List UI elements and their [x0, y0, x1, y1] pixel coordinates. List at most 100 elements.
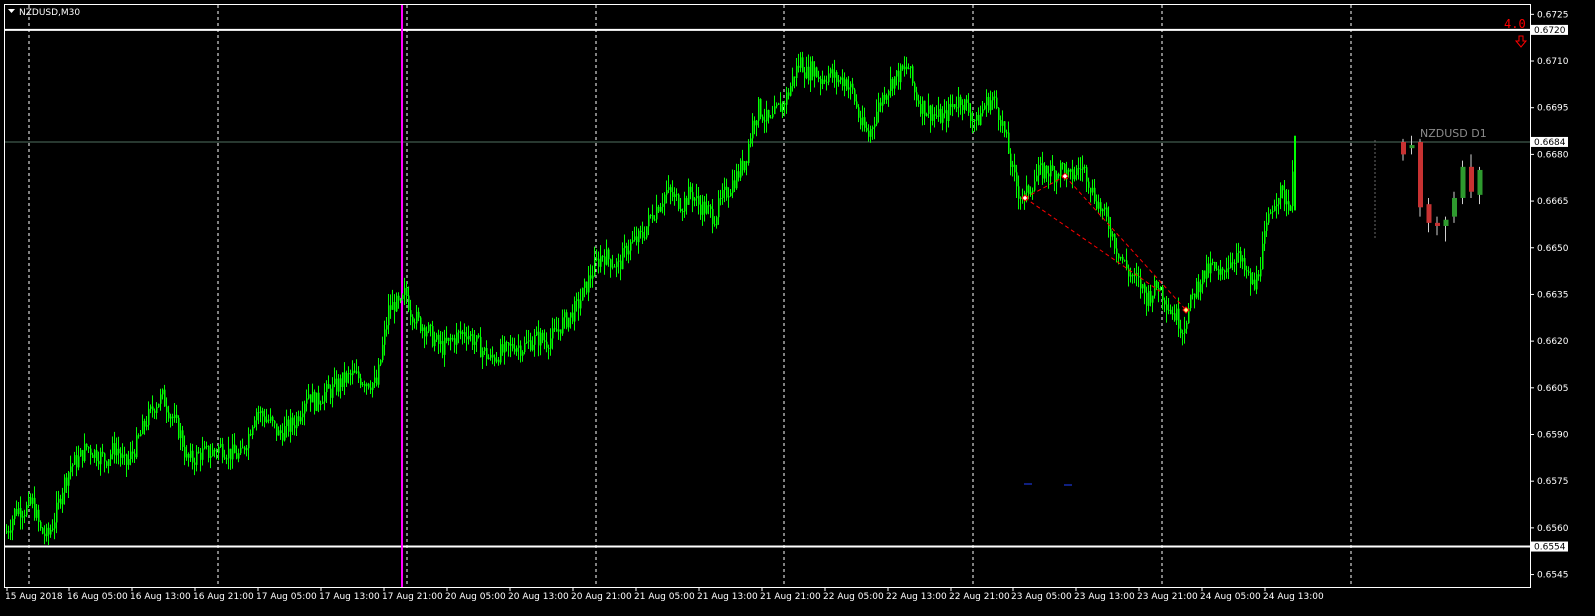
candle-body — [652, 214, 654, 220]
candle-body — [160, 394, 162, 404]
candle-body — [568, 317, 570, 328]
candle-body — [228, 448, 230, 459]
candle-body — [702, 201, 704, 215]
triangle-down-icon[interactable] — [8, 9, 15, 13]
candle-body — [1196, 281, 1198, 298]
candle-body — [1232, 262, 1234, 264]
candle-body — [738, 171, 740, 178]
candle-body — [680, 208, 682, 211]
candle-body — [26, 505, 28, 515]
x-tick-label: 24 Aug 13:00 — [1263, 592, 1324, 602]
candle-body — [1014, 164, 1016, 173]
candle-body — [872, 127, 874, 129]
price-axis[interactable]: 0.6725 0.6710 0.6695 0.6680 0.6665 0.6650 0.66… — [1530, 10, 1569, 581]
candle-body — [996, 97, 998, 109]
candle-body — [272, 416, 274, 421]
candle-body — [818, 77, 820, 79]
candle-body — [104, 453, 106, 462]
candle-body — [414, 322, 416, 324]
candle-body — [1198, 281, 1200, 293]
candle-body — [22, 516, 24, 518]
candle-body — [1028, 185, 1030, 195]
candle-body — [324, 392, 326, 402]
candle-body — [566, 312, 568, 328]
candle-body — [1072, 169, 1074, 180]
x-tick-label: 21 Aug 05:00 — [634, 592, 695, 602]
candle-body — [378, 364, 380, 385]
candle-body — [386, 325, 388, 330]
candle-body — [38, 509, 40, 523]
candle-body — [846, 79, 848, 90]
candle-body — [358, 371, 360, 379]
candle-body — [842, 77, 844, 87]
candle-body — [1190, 294, 1192, 309]
candle-body — [96, 450, 98, 462]
candle-body — [654, 219, 656, 221]
candle-body — [1146, 292, 1148, 306]
candle-body — [402, 295, 404, 300]
candle-body — [1124, 260, 1126, 262]
candle-body — [404, 287, 406, 296]
candle-body — [854, 89, 856, 102]
candle-body — [696, 195, 698, 199]
candle-body — [940, 108, 942, 123]
chart-canvas[interactable]: NZDUSD,M30 0.6725 0.6710 0.6695 0.6680 0.666… — [0, 0, 1595, 616]
candle-body — [270, 416, 272, 421]
candle-body — [1006, 132, 1008, 134]
candle-body — [416, 311, 418, 324]
candle-body — [134, 453, 136, 458]
candle-body — [492, 354, 494, 358]
candle-body — [1254, 279, 1256, 290]
candle-body — [590, 275, 592, 279]
candle-body — [644, 237, 646, 239]
candle-body — [1084, 166, 1086, 168]
candle-body — [528, 340, 530, 342]
y-tick-label: 0.6695 — [1537, 104, 1569, 114]
candle-body — [626, 245, 628, 255]
candle-body — [198, 451, 200, 453]
candle-body — [868, 130, 870, 137]
candle-body — [446, 337, 448, 341]
candle-body — [376, 377, 378, 385]
candle-body — [1042, 163, 1044, 179]
candle-body — [1252, 279, 1254, 284]
candle-body — [1210, 262, 1212, 274]
candle-body — [442, 340, 444, 355]
arrow-down-icon — [1514, 35, 1528, 48]
candle-body — [488, 357, 490, 360]
candle-body — [1292, 171, 1294, 207]
candle-body — [510, 343, 512, 346]
candle-body — [812, 61, 814, 77]
x-tick-label: 15 Aug 2018 — [5, 592, 63, 602]
x-tick-label: 24 Aug 05:00 — [1200, 592, 1261, 602]
candle-body — [1228, 267, 1230, 269]
y-tick-label: 0.6680 — [1537, 150, 1569, 160]
candle-body — [754, 120, 756, 126]
candle-body — [820, 78, 822, 84]
candle-body — [716, 217, 718, 226]
candle-body — [914, 83, 916, 93]
candle-body — [372, 382, 374, 390]
candle-body — [858, 107, 860, 118]
candle-body — [722, 190, 724, 198]
candle-body — [234, 444, 236, 454]
candle-body — [956, 107, 958, 109]
time-axis[interactable]: 15 Aug 2018 16 Aug 05:00 16 Aug 13:00 16 Au… — [5, 587, 1324, 602]
candle-body — [200, 452, 202, 460]
candle-body — [844, 79, 846, 87]
candle-body — [244, 447, 246, 451]
candle-body — [780, 103, 782, 112]
candle-body — [1080, 168, 1082, 170]
candle-body — [840, 77, 842, 80]
candle-body — [1070, 169, 1072, 172]
candle-body — [730, 192, 732, 196]
candle-body — [422, 327, 424, 332]
candle-body — [478, 335, 480, 337]
candle-body — [764, 120, 766, 122]
y-tick-label: 0.6575 — [1537, 477, 1569, 487]
candle-body — [168, 412, 170, 419]
candle-body — [706, 205, 708, 214]
candle-body — [776, 104, 778, 107]
candle-body — [728, 195, 730, 198]
candle-body — [1120, 256, 1122, 259]
